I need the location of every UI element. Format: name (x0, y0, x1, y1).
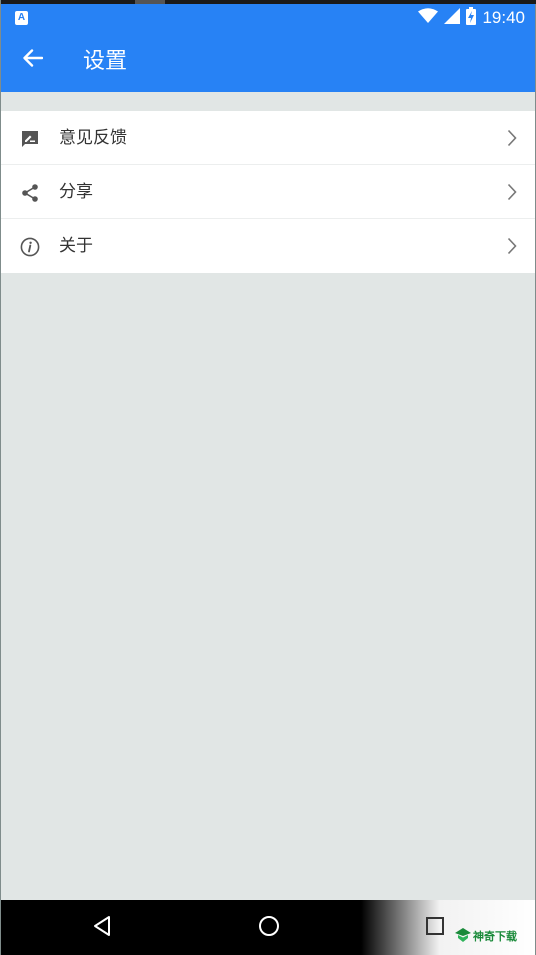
back-button[interactable] (15, 42, 51, 78)
watermark: 神奇下载 (455, 925, 517, 947)
status-time: 19:40 (482, 8, 525, 27)
home-circle-icon (258, 915, 280, 941)
watermark-logo-icon (455, 927, 471, 946)
settings-item-label: 关于 (59, 236, 93, 256)
nav-home-button[interactable] (254, 913, 284, 943)
nav-recents-button[interactable] (420, 913, 450, 943)
app-bar: 设置 (1, 32, 535, 92)
info-icon (19, 236, 41, 258)
settings-item-label: 分享 (59, 182, 93, 202)
status-indicators: 19:40 (418, 4, 525, 32)
settings-item-about[interactable]: 关于 (1, 219, 535, 273)
chevron-right-icon (505, 236, 519, 256)
recents-square-icon (425, 916, 445, 940)
watermark-text: 神奇下载 (473, 930, 517, 943)
notification-app-icon: A (15, 11, 28, 25)
chevron-right-icon (505, 182, 519, 202)
settings-item-label: 意见反馈 (59, 128, 127, 148)
nav-back-button[interactable] (87, 913, 117, 943)
signal-icon (444, 8, 461, 28)
chevron-right-icon (505, 128, 519, 148)
share-icon (19, 182, 41, 204)
arrow-left-icon (23, 49, 44, 71)
wifi-icon (418, 8, 439, 28)
battery-charging-icon (466, 7, 477, 29)
back-triangle-icon (92, 915, 112, 941)
status-bar: A 19:40 (1, 4, 535, 32)
settings-item-share[interactable]: 分享 (1, 165, 535, 219)
phone-screen: A 19:40 设置 意见反馈 分享 关于 神奇下载 (0, 0, 536, 955)
settings-list: 意见反馈 分享 关于 (1, 111, 535, 273)
feedback-icon (19, 128, 41, 150)
page-title: 设置 (83, 49, 128, 74)
settings-item-feedback[interactable]: 意见反馈 (1, 111, 535, 165)
